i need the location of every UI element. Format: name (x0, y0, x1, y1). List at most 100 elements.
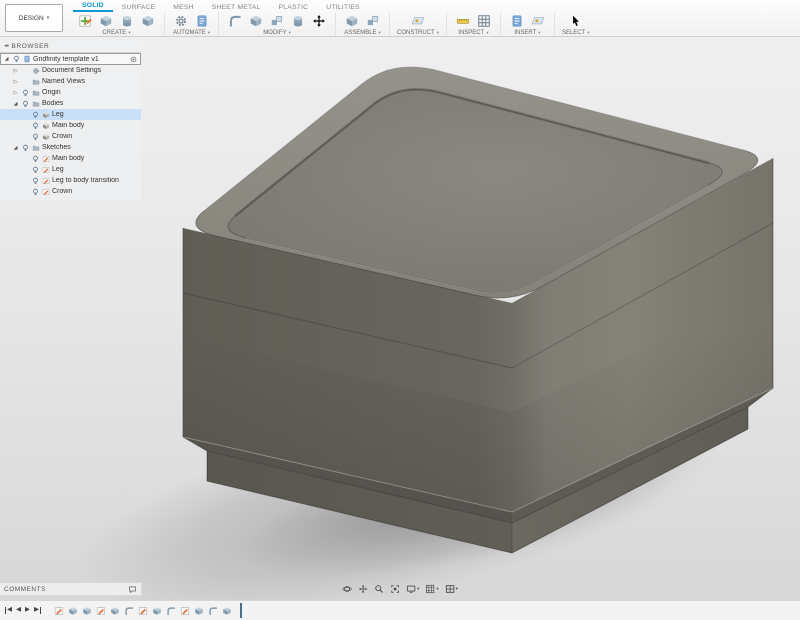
group-label-assemble[interactable]: ASSEMBLE▾ (344, 30, 381, 36)
timeline-feature-extrude[interactable] (67, 604, 79, 618)
activate-component-radio-icon[interactable] (130, 56, 137, 63)
tab-plastic[interactable]: PLASTIC (270, 4, 318, 12)
comment-bubble-icon[interactable] (128, 585, 137, 594)
collapsed-arrow-icon[interactable]: ▷ (12, 79, 19, 85)
timeline-feature-extrude[interactable] (151, 604, 163, 618)
timeline-feature-fillet[interactable] (165, 604, 177, 618)
timeline-skip-start-button[interactable] (5, 607, 12, 614)
browser-item-named-views[interactable]: ▷Named Views (0, 76, 141, 87)
design-menu-button[interactable]: DESIGN ▾ (5, 4, 63, 32)
browser-item-main-body[interactable]: Main body (0, 153, 141, 164)
visibility-bulb-icon[interactable] (21, 100, 30, 108)
fit-icon (390, 584, 400, 594)
ribbon-groups: CREATE▾ AUTOMATE▾ MODIFY▾ ASSEMBLE▾ CONSTRUC… (69, 12, 800, 36)
browser-item-leg-to-body-transition[interactable]: Leg to body transition (0, 175, 141, 186)
press-pull-icon[interactable] (226, 13, 244, 29)
visibility-bulb-icon[interactable] (21, 144, 30, 152)
expanded-arrow-icon[interactable]: ◢ (3, 56, 10, 62)
visibility-bulb-icon[interactable] (12, 55, 21, 63)
browser-item-crown[interactable]: Crown (0, 186, 141, 197)
select-icon[interactable] (567, 13, 585, 29)
browser-item-label: Origin (42, 89, 61, 96)
offset-icon[interactable] (289, 13, 307, 29)
group-label-construct[interactable]: CONSTRUCT▾ (397, 30, 439, 36)
timeline-feature-extrude[interactable] (221, 604, 233, 618)
visibility-bulb-icon[interactable] (31, 188, 40, 196)
timeline-feature-sketch[interactable] (53, 604, 65, 618)
group-label-insert[interactable]: INSERT▾ (514, 30, 540, 36)
collapse-panel-icon[interactable]: ◂◂ (4, 43, 8, 49)
collapsed-arrow-icon[interactable]: ▷ (12, 68, 19, 74)
timeline-feature-extrude[interactable] (81, 604, 93, 618)
browser-item-sketches[interactable]: ◢Sketches (0, 142, 141, 153)
tab-sheet-metal[interactable]: SHEET METAL (203, 4, 270, 12)
timeline-skip-end-button[interactable] (34, 607, 41, 614)
create-sketch-icon[interactable] (76, 13, 94, 29)
chevron-down-icon: ▾ (486, 30, 488, 36)
combine-icon[interactable] (268, 13, 286, 29)
timeline-feature-sketch[interactable] (95, 604, 107, 618)
timeline-feature-fillet[interactable] (207, 604, 219, 618)
visibility-bulb-icon[interactable] (31, 133, 40, 141)
collapsed-arrow-icon[interactable]: ▷ (12, 90, 19, 96)
tab-solid[interactable]: SOLID (73, 2, 113, 12)
fit-button[interactable] (390, 584, 400, 594)
new-component-icon[interactable] (343, 13, 361, 29)
timeline-playhead[interactable] (240, 603, 242, 618)
orbit-button[interactable] (342, 584, 352, 594)
insert-derive-icon[interactable] (508, 13, 526, 29)
extrude-icon[interactable] (97, 13, 115, 29)
timeline-feature-fillet[interactable] (123, 604, 135, 618)
insert-canvas-icon[interactable] (529, 13, 547, 29)
revolve-icon[interactable] (118, 13, 136, 29)
tab-utilities[interactable]: UTILITIES (317, 4, 369, 12)
browser-header[interactable]: ◂◂ BROWSER (0, 40, 141, 53)
visibility-bulb-icon[interactable] (31, 177, 40, 185)
timeline-play-button[interactable] (25, 607, 30, 614)
expanded-arrow-icon[interactable]: ◢ (12, 145, 19, 151)
browser-title: BROWSER (12, 43, 50, 50)
browser-item-crown[interactable]: Crown (0, 131, 141, 142)
timeline-feature-extrude[interactable] (109, 604, 121, 618)
shell-icon[interactable] (247, 13, 265, 29)
configure-icon[interactable] (172, 13, 190, 29)
timeline-step-back-button[interactable] (16, 607, 21, 614)
joint-icon[interactable] (364, 13, 382, 29)
browser-item-document-settings[interactable]: ▷Document Settings (0, 65, 141, 76)
sketch-icon (42, 188, 50, 196)
browser-item-leg[interactable]: Leg (0, 164, 141, 175)
visibility-bulb-icon[interactable] (31, 155, 40, 163)
group-label-modify[interactable]: MODIFY▾ (263, 30, 291, 36)
timeline-feature-extrude[interactable] (193, 604, 205, 618)
browser-item-gridfinity-template-v1[interactable]: ◢Gridfinity template v1 (0, 53, 141, 65)
zoom-button[interactable] (374, 584, 384, 594)
visibility-bulb-icon[interactable] (21, 89, 30, 97)
construction-plane-icon[interactable] (409, 13, 427, 29)
browser-item-bodies[interactable]: ◢Bodies (0, 98, 141, 109)
browser-item-main-body[interactable]: Main body (0, 120, 141, 131)
group-label-select[interactable]: SELECT▾ (562, 30, 590, 36)
measure-icon[interactable] (454, 13, 472, 29)
grid-settings-button[interactable]: ▾ (425, 584, 438, 594)
section-analysis-icon[interactable] (475, 13, 493, 29)
expanded-arrow-icon[interactable]: ◢ (12, 101, 19, 107)
tab-mesh[interactable]: MESH (164, 4, 202, 12)
timeline-feature-sketch[interactable] (137, 604, 149, 618)
comments-bar[interactable]: COMMENTS (0, 582, 142, 596)
group-label-create[interactable]: CREATE▾ (102, 30, 130, 36)
primitive-box-icon[interactable] (139, 13, 157, 29)
browser-item-leg[interactable]: Leg (0, 109, 141, 120)
pan-button[interactable] (358, 584, 368, 594)
scripts-icon[interactable] (193, 13, 211, 29)
group-label-inspect[interactable]: INSPECT▾ (458, 30, 488, 36)
group-label-automate[interactable]: AUTOMATE▾ (173, 30, 210, 36)
visibility-bulb-icon[interactable] (31, 111, 40, 119)
browser-item-origin[interactable]: ▷ Origin (0, 87, 141, 98)
visibility-bulb-icon[interactable] (31, 166, 40, 174)
display-settings-button[interactable]: ▾ (406, 584, 419, 594)
timeline-feature-sketch[interactable] (179, 604, 191, 618)
visibility-bulb-icon[interactable] (31, 122, 40, 130)
viewports-button[interactable]: ▾ (445, 584, 458, 594)
move-icon[interactable] (310, 13, 328, 29)
tab-surface[interactable]: SURFACE (113, 4, 165, 12)
